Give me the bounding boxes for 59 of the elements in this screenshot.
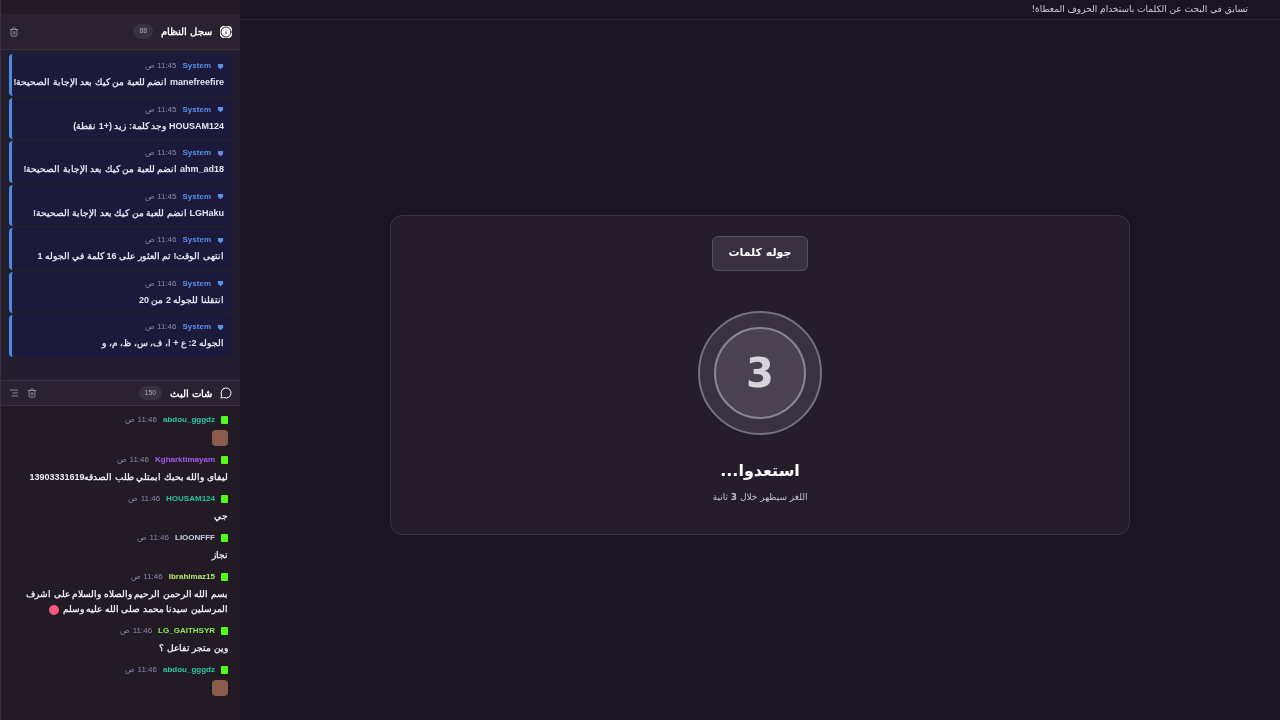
log-text: ahm_ad18 انضم للعبة من كيك بعد الإجابة الصحيحة! <box>23 163 224 177</box>
chat-username[interactable]: abdou_gggdz <box>163 664 215 676</box>
chat-username[interactable]: Kgharktimayam <box>154 454 215 466</box>
chat-message: ليفاى والله بحبك ابمتلي طلب الصدقه13903331619 <box>29 471 228 485</box>
ready-title: استعدوا... <box>720 459 800 482</box>
log-time: 11:46 ص <box>144 234 177 246</box>
sticker-placeholder <box>212 430 228 446</box>
shield-icon <box>217 323 224 331</box>
info-icon <box>220 25 232 38</box>
chat-time: 11:46 ص <box>117 454 149 466</box>
log-text: انتهى الوقت! تم العثور على 16 كلمة في الجوله 1 <box>37 250 224 264</box>
header-subtitle: تسابق في البحث عن الكلمات باستخدام الحروف المعطاة! <box>1031 2 1248 16</box>
log-title: سجل النظام <box>161 25 212 39</box>
chat-time: 11:46 ص <box>120 625 153 637</box>
shield-icon <box>217 106 224 113</box>
log-sender: System <box>182 277 211 290</box>
log-text: انتقلنا للجوله 2 من 20 <box>138 293 224 307</box>
shield-icon <box>217 149 224 157</box>
log-time: 11:46 ص <box>144 321 177 333</box>
log-time: 11:45 ص <box>144 147 177 159</box>
chat-username[interactable]: LG_GAITHSYR <box>158 625 215 637</box>
log-time: 11:46 ص <box>144 277 177 290</box>
chat-message: بسم الله الرحمن الرحيم والصلاه والسلام على اشرف المرسلين سيدنا محمد صلى الله عليه وسلم <box>25 588 228 617</box>
log-time: 11:45 ص <box>144 103 177 116</box>
chat-time: 11:46 ص <box>125 414 157 426</box>
log-text: manefreefire انضم للعبة من كيك بعد الإجابة الصحيحة! <box>13 76 224 90</box>
chat-username[interactable]: abdou_gggdz <box>163 414 215 426</box>
log-time: 11:45 ص <box>144 60 177 72</box>
chat-message: جي <box>214 510 228 524</box>
log-sender: System <box>182 103 211 116</box>
countdown-number: 3 <box>714 326 806 419</box>
log-sender: System <box>182 60 211 72</box>
shield-icon <box>217 193 224 200</box>
shield-icon <box>217 62 224 70</box>
sticker-placeholder <box>212 680 228 696</box>
chat-username[interactable]: Ibrahimaz15 <box>168 571 215 583</box>
chat-username[interactable]: HOUSAM124 <box>166 493 215 505</box>
log-text: HOUSAM124 وجد كلمة: زيد (+1 نقطة) <box>73 119 224 133</box>
shield-icon <box>217 236 224 244</box>
log-time: 11:45 ص <box>144 190 177 203</box>
chat-message: وين متجر تفاعل ؟ <box>159 642 228 656</box>
delete-button[interactable] <box>27 388 37 398</box>
chat-message: نجاز <box>212 549 228 563</box>
log-text: LGHaku انضم للعبة من كيك بعد الإجابة الصحيحة! <box>32 206 224 220</box>
delete-button[interactable] <box>9 26 19 37</box>
log-sender: System <box>182 190 211 203</box>
chat-time: 11:46 ص <box>137 532 169 544</box>
chat-username[interactable]: LIOONFFF <box>175 532 215 544</box>
chat-time: 11:46 ص <box>125 664 157 676</box>
log-sender: System <box>182 234 211 246</box>
round-badge: جوله كلمات <box>711 236 809 271</box>
log-sender: System <box>182 147 211 159</box>
chat-time: 11:46 ص <box>131 571 163 583</box>
shield-icon <box>217 280 224 287</box>
chat-title: شات البث <box>170 386 212 401</box>
log-text: الجوله 2: ع + ا، ف، س، ظ، م، و <box>102 337 224 351</box>
chat-bubble-icon <box>220 387 232 399</box>
chat-time: 11:46 ص <box>128 493 161 505</box>
log-sender: System <box>182 321 211 333</box>
